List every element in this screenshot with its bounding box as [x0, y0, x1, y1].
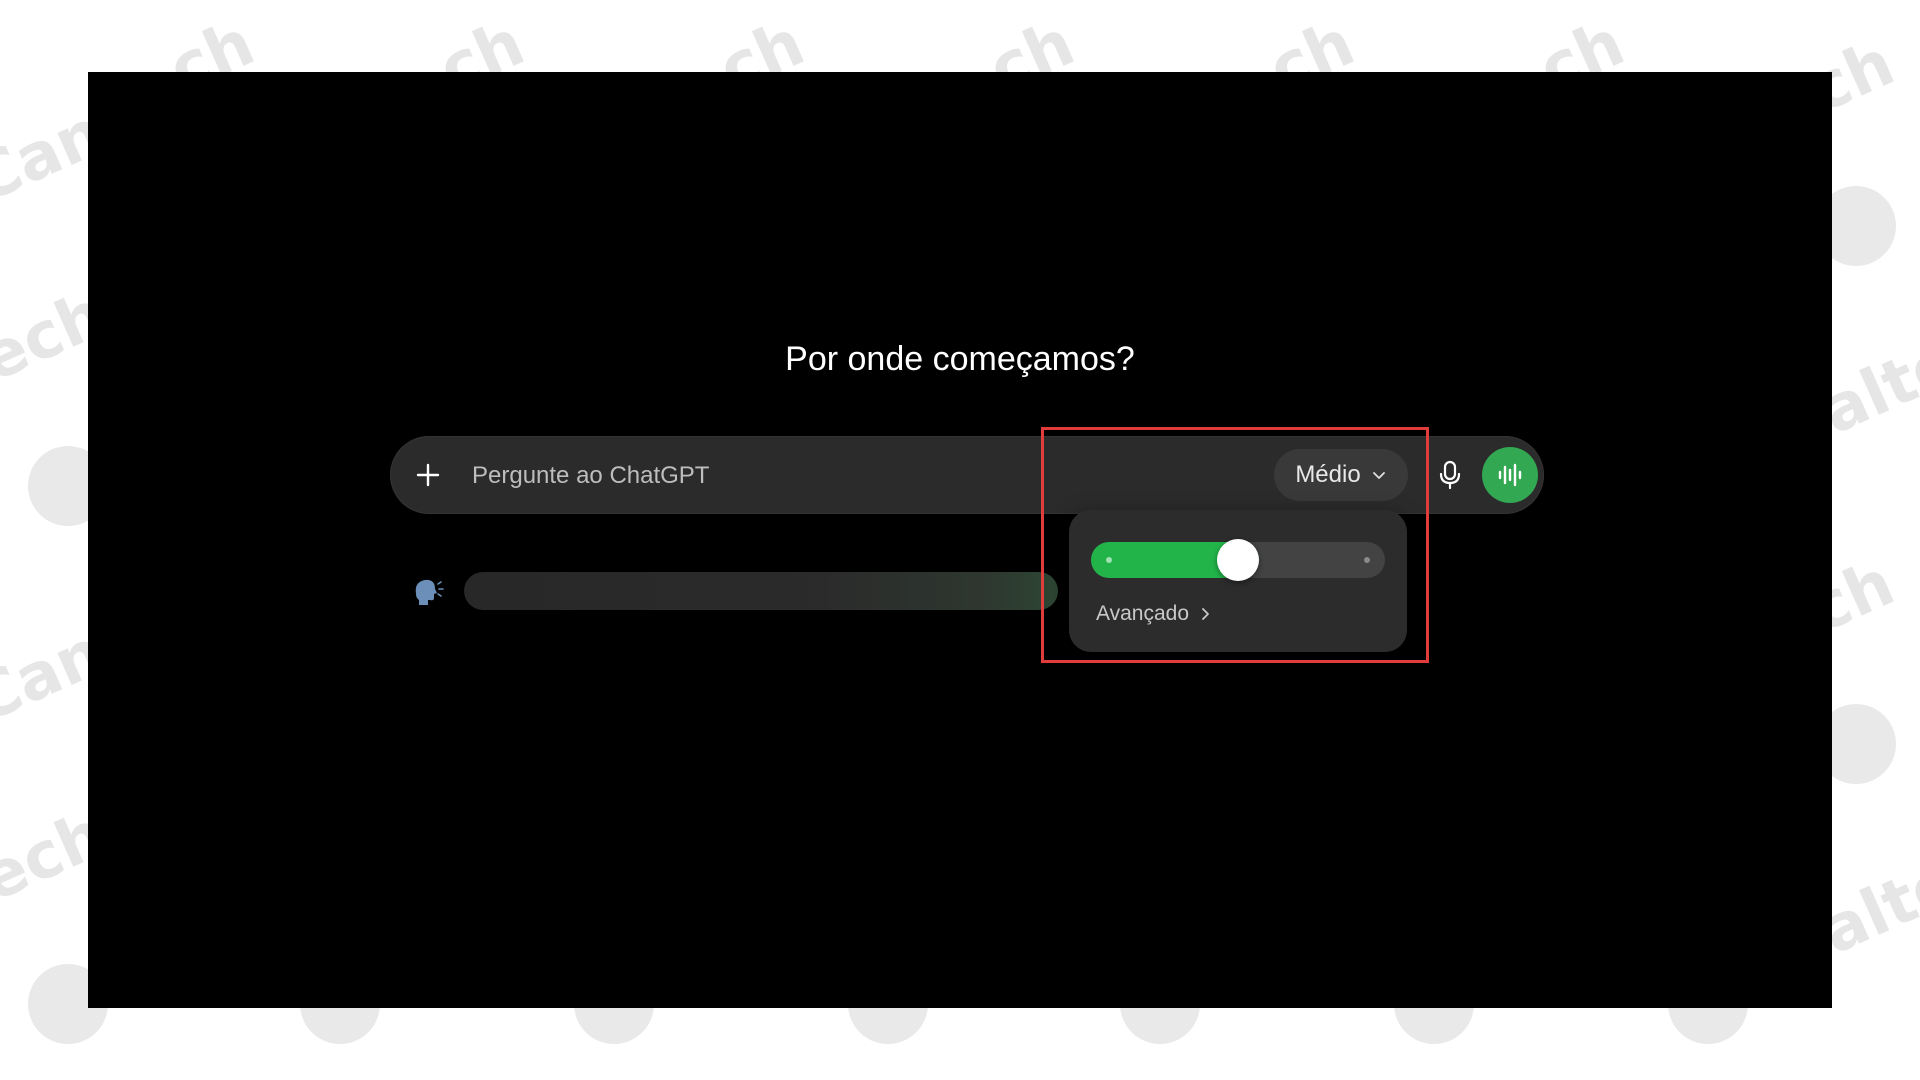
chat-composer: Médio — [390, 436, 1544, 514]
prompt-input[interactable] — [470, 456, 994, 496]
slider-thumb[interactable] — [1217, 539, 1259, 581]
dictation-button[interactable] — [1432, 457, 1468, 493]
advanced-options-link[interactable]: Avançado — [1096, 602, 1211, 626]
add-attachment-button[interactable] — [412, 459, 444, 491]
reasoning-level-popover: Avançado — [1069, 510, 1407, 652]
page: Can ech Can ech ch alte ch alte ch ch ch… — [0, 0, 1920, 1080]
redacted-suggestion[interactable] — [464, 572, 1058, 610]
voice-waveform-icon — [1498, 463, 1522, 487]
slider-max-dot — [1364, 557, 1370, 563]
plus-icon — [416, 463, 440, 487]
advanced-label: Avançado — [1096, 602, 1190, 625]
model-select-dropdown[interactable]: Médio — [1274, 449, 1408, 501]
voice-mode-button[interactable] — [1482, 447, 1538, 503]
app-screen: Por onde começamos? Médio — [88, 72, 1832, 1008]
chevron-down-icon — [1372, 472, 1385, 479]
chevron-right-icon — [1202, 608, 1209, 620]
reasoning-level-slider[interactable] — [1091, 539, 1385, 581]
microphone-icon — [1439, 460, 1461, 490]
speaking-head-icon — [410, 574, 444, 608]
slider-min-dot — [1106, 557, 1112, 563]
model-select-label: Médio — [1295, 461, 1361, 488]
page-title: Por onde começamos? — [785, 340, 1135, 378]
